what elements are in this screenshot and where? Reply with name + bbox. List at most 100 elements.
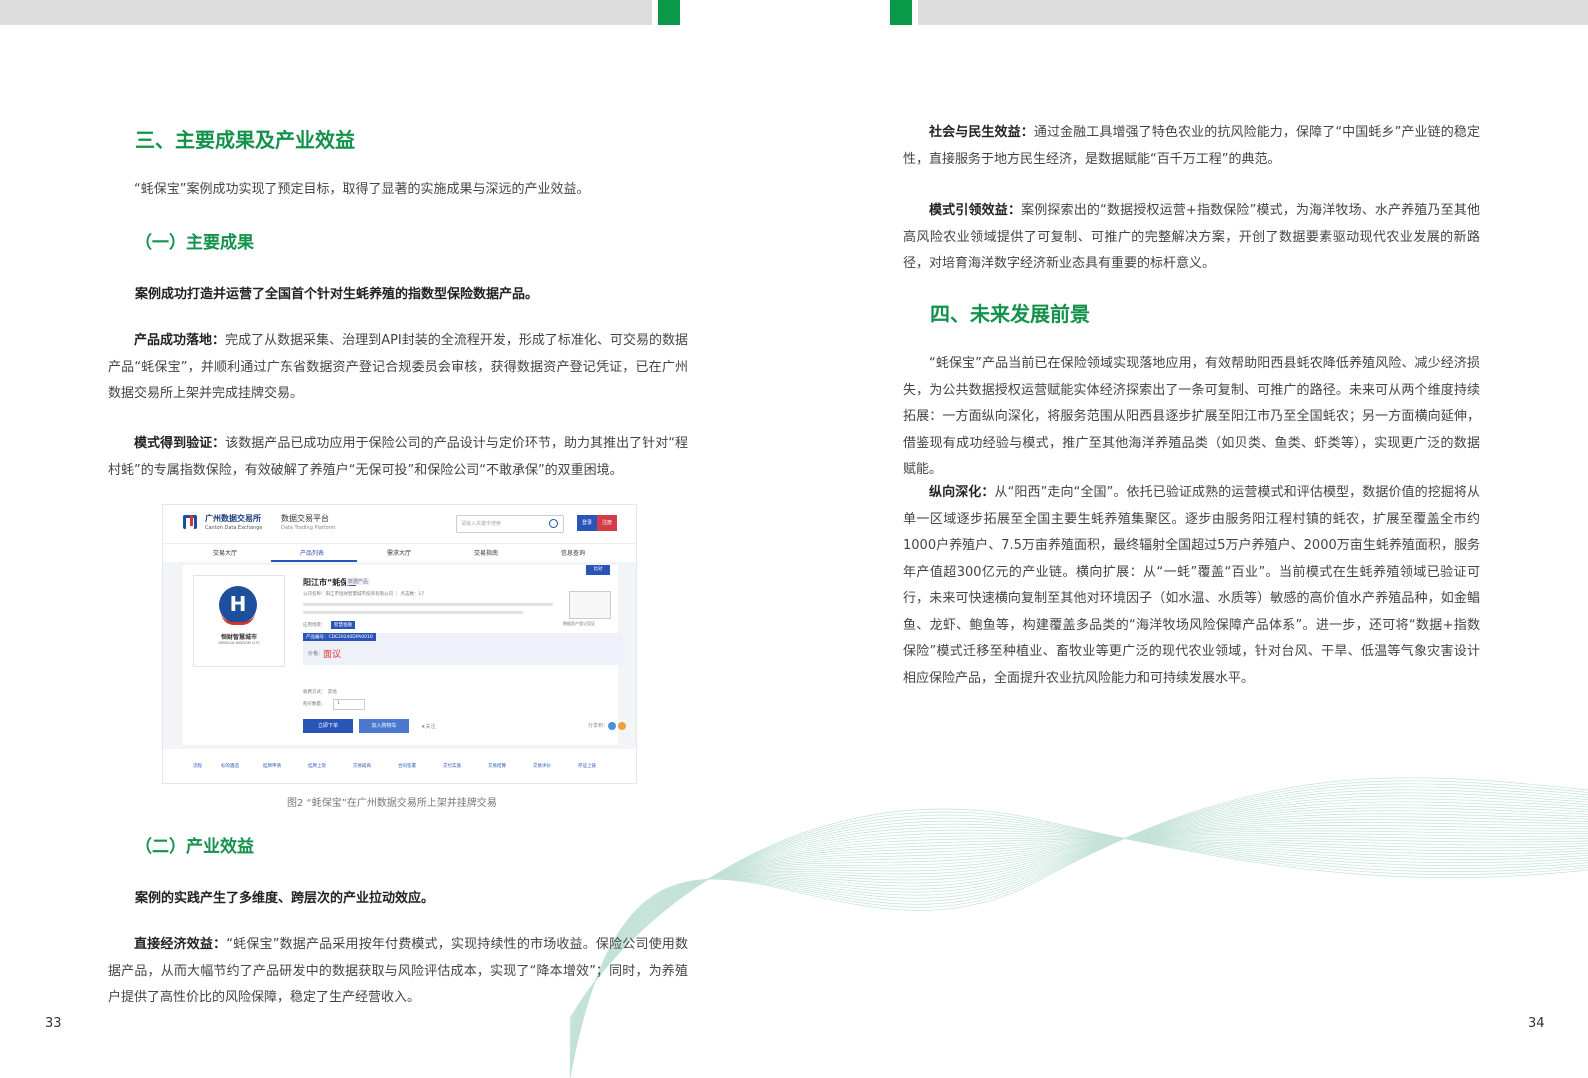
certificate-thumbnail (569, 591, 611, 619)
apply-label: 应用场景： (303, 623, 326, 628)
wave-line (569, 780, 1588, 1077)
share-icon (618, 722, 626, 730)
platform-name-en: Data Trading Platform (281, 525, 336, 531)
figure-register-button: 注册 (597, 515, 617, 531)
wave-line (569, 783, 1588, 1075)
wave-line (569, 823, 1588, 1028)
wave-line (569, 826, 1588, 1030)
add-to-cart-button: 加入购物车 (359, 719, 409, 733)
price-box: 产品编号：CDE20240DPA0010 价格： 面议 (303, 633, 623, 665)
paragraph-label: 直接经济效益： (134, 937, 227, 952)
price-value: 面议 (323, 650, 342, 660)
wave-line (569, 829, 1588, 1031)
wave-line (569, 813, 1588, 1057)
figure-login-button: 登录 (577, 515, 597, 531)
figure-nav-item: 交易指南 (474, 550, 499, 557)
trade-step: 挂牌申请 (263, 764, 281, 769)
trade-step: 流程 (193, 764, 202, 769)
wave-line (569, 822, 1588, 1051)
favorite-link: ★关注 (421, 724, 436, 730)
wave-line (569, 837, 1588, 1037)
wave-line (569, 832, 1588, 1033)
figure-nav-item: 交易大厅 (213, 550, 238, 557)
buy-now-button: 立即下单 (303, 719, 353, 733)
paragraph-label: 纵向深化： (929, 485, 995, 500)
wave-line (569, 798, 1588, 1066)
figure-search-input: 请输入关键字搜索 (456, 515, 564, 533)
figure-product-card: 比对 恒财智慧城市 HENGCAI WISDOM CITY 阳江市“蚝保宝” 数… (183, 565, 626, 745)
paragraph-label: 模式引领效益： (929, 203, 1022, 218)
page-number-right: 34 (1528, 1016, 1545, 1031)
compare-badge: 比对 (586, 565, 610, 575)
wave-line (569, 801, 1588, 1064)
paragraph-label: 社会与民生效益： (929, 125, 1034, 140)
search-placeholder: 请输入关键字搜索 (461, 521, 502, 527)
top-bar-right (918, 0, 1588, 25)
wave-line (569, 825, 1588, 1050)
paragraph-direct-benefit: 直接经济效益：“蚝保宝”数据产品采用按年付费模式，实现持续性的市场收益。保险公司… (108, 932, 688, 1012)
figure-header: 广州数据交易所 Canton Data Exchange 数据交易平台 Data… (163, 505, 636, 543)
wave-line (569, 786, 1588, 1073)
trade-step: 交易结算 (488, 764, 506, 769)
figure-nav: 交易大厅 产品列表 需求大厅 交易指南 信息查询 (163, 543, 636, 562)
apply-chip: 智慧金融 (331, 621, 355, 629)
subsection1-lead: 案例成功打造并运营了全国首个针对生蚝养殖的指数型保险数据产品。 (135, 287, 539, 302)
exchange-logo-icon (183, 515, 197, 529)
description-line (303, 611, 523, 614)
wave-line (569, 835, 1588, 1042)
company-logo-name: 恒财智慧城市 (220, 634, 257, 641)
share-label: 分享到： (588, 723, 609, 729)
wave-line (569, 789, 1588, 1071)
trade-step: 交易磋商 (353, 764, 371, 769)
wave-line (569, 838, 1588, 1039)
description-line (303, 603, 553, 606)
company-line: 公司名称：阳江市恒财智慧城市投资有限公司 ｜ 点击数：17 (303, 592, 425, 597)
subsection2-title: （二）产业效益 (135, 837, 254, 857)
paragraph-model-verified: 模式得到验证：该数据产品已成功应用于保险公司的产品设计与定价环节，助力其推出了针… (108, 431, 688, 484)
paragraph-model-leading: 模式引领效益：案例探索出的“数据授权运营+指数保险”模式，为海洋牧场、水产养殖乃… (903, 198, 1480, 278)
company-logo-name-en: HENGCAI WISDOM CITY (218, 641, 260, 645)
wave-line (569, 820, 1588, 1026)
figure-nav-item-active: 产品列表 (300, 550, 325, 557)
wave-line (569, 830, 1588, 1046)
figure-nav-item: 需求大厅 (387, 550, 412, 557)
subsection1-title: （一）主要成果 (135, 233, 254, 253)
company-logo: 恒财智慧城市 HENGCAI WISDOM CITY (193, 575, 285, 667)
wave-line (569, 792, 1588, 1069)
quantity-value: 1 (337, 701, 340, 706)
trade-step: 交易评价 (533, 764, 551, 769)
search-icon (549, 519, 558, 528)
wave-line (569, 777, 1588, 1078)
wave-line (569, 810, 1588, 1059)
section3-title: 三、主要成果及产业效益 (135, 128, 355, 152)
figure-screenshot: 广州数据交易所 Canton Data Exchange 数据交易平台 Data… (162, 504, 637, 784)
paragraph-product-landing: 产品成功落地：完成了从数据采集、治理到API封装的全流程开发，形成了标准化、可交… (108, 328, 688, 408)
wave-line (569, 807, 1588, 1060)
platform-name: 数据交易平台 (281, 514, 329, 523)
product-code-chip: 产品编号：CDE20240DPA0010 (303, 633, 376, 641)
figure-caption: 图2 “蚝保宝”在广州数据交易所上架并挂牌交易 (287, 798, 497, 809)
wave-line (569, 811, 1588, 1020)
top-accent-left (658, 0, 680, 25)
intro-paragraph: “蚝保宝”案例成功实现了预定目标，取得了显著的实施成果与深远的产业效益。 (134, 182, 590, 197)
paragraph-social-benefit: 社会与民生效益：通过金融工具增强了特色农业的抗风险能力，保障了“中国蚝乡”产业链… (903, 120, 1480, 173)
wave-line (569, 795, 1588, 1068)
certificate-label: 数据资产登记凭证 (563, 621, 595, 626)
product-tag: 数据产品 (346, 578, 371, 585)
trade-step: 标的遴选 (221, 764, 239, 769)
share-icon (608, 722, 616, 730)
wave-line (569, 835, 1588, 1035)
wave-line (569, 816, 1588, 1055)
section4-title: 四、未来发展前景 (930, 302, 1090, 326)
wave-line (569, 819, 1588, 1053)
quantity-label: 购买数量： (303, 702, 326, 707)
company-logo-swoosh (221, 612, 255, 625)
trade-step: 交付实施 (443, 764, 461, 769)
exchange-brand-en: Canton Data Exchange (205, 525, 263, 531)
trade-steps: 流程 标的遴选 挂牌申请 挂牌上架 交易磋商 合同签署 交付实施 交易结算 交易… (163, 749, 636, 783)
figure-nav-underline (271, 560, 357, 562)
delivery-method: 收费方式： 其他 (303, 690, 337, 695)
price-label: 价格： (308, 651, 324, 657)
wave-line (569, 808, 1588, 1019)
wave-line (569, 833, 1588, 1044)
